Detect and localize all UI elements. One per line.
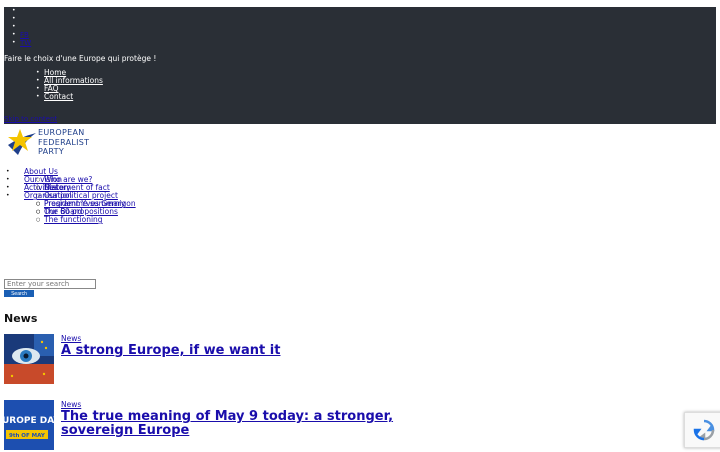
post-title-link[interactable]: The true meaning of May 9 today: a stron… <box>61 409 393 438</box>
top-bar: FB TW Faire le choix d'une Europe qui pr… <box>4 7 716 124</box>
star-logo-icon <box>8 129 36 155</box>
recaptcha-icon <box>693 419 715 441</box>
post-title: The true meaning of May 9 today: a stron… <box>61 410 461 438</box>
twitter-link[interactable]: TW <box>20 39 31 47</box>
social-item[interactable] <box>12 23 31 31</box>
skip-to-content-link[interactable]: Skip to content <box>4 115 57 123</box>
thumb-line-2: 9th OF MAY <box>9 433 46 439</box>
social-item[interactable]: FB <box>12 31 31 39</box>
social-links: FB TW <box>12 7 31 47</box>
post-thumbnail[interactable]: UROPE DAY 9th OF MAY <box>2 400 60 450</box>
social-item[interactable] <box>12 7 31 15</box>
eye-flag-image <box>4 334 54 384</box>
thumb-line-1: UROPE DAY <box>4 416 54 426</box>
tagline: Faire le choix d'une Europe qui protège … <box>4 54 157 63</box>
facebook-link[interactable]: FB <box>20 31 29 39</box>
site-logo[interactable]: EUROPEAN FEDERALIST PARTY <box>6 125 96 159</box>
search-button[interactable]: Search <box>4 290 34 297</box>
post-thumbnail[interactable] <box>4 334 54 384</box>
top-nav: Home All informations FAQ Contact <box>36 69 103 102</box>
social-item[interactable] <box>12 15 31 23</box>
search-form: Search <box>4 279 96 297</box>
main-nav: About Us Who are we? History Our vision … <box>6 168 136 225</box>
social-item[interactable]: TW <box>12 39 31 47</box>
europe-day-image: UROPE DAY 9th OF MAY <box>2 400 60 450</box>
post-title: A strong Europe, if we want it <box>61 344 461 358</box>
top-nav-contact[interactable]: Contact <box>44 92 73 101</box>
post-category[interactable]: News <box>61 400 81 409</box>
logo-text: EUROPEAN FEDERALIST PARTY <box>38 128 90 156</box>
section-title: News <box>4 312 38 325</box>
nav-the-functioning[interactable]: The functioning <box>44 215 103 224</box>
search-input[interactable] <box>4 279 96 289</box>
recaptcha-badge[interactable] <box>684 412 720 448</box>
post-category[interactable]: News <box>61 334 81 343</box>
post-title-link[interactable]: A strong Europe, if we want it <box>61 343 280 358</box>
